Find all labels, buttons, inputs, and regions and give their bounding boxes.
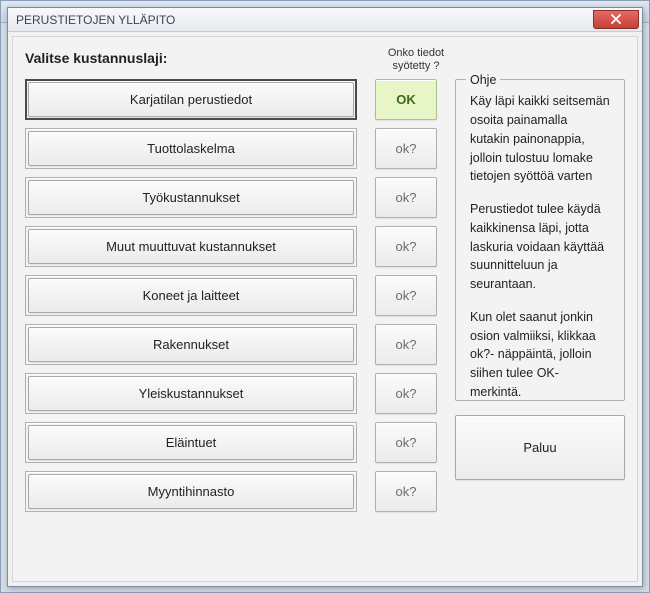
dialog-client: Valitse kustannuslaji: Onko tiedot syöte…	[12, 36, 638, 582]
category-item-frame: Yleiskustannukset	[25, 373, 357, 414]
dialog-window: PERUSTIETOJEN YLLÄPITO Valitse kustannus…	[7, 7, 643, 587]
category-item-frame: Koneet ja laitteet	[25, 275, 357, 316]
status-button[interactable]: ok?	[375, 373, 437, 414]
category-button[interactable]: Koneet ja laitteet	[28, 278, 354, 313]
status-list: OK ok? ok? ok? ok? ok? ok? ok? ok?	[375, 79, 437, 520]
category-list: Karjatilan perustiedot Tuottolaskelma Ty…	[25, 79, 357, 520]
category-button[interactable]: Karjatilan perustiedot	[28, 82, 354, 117]
right-column: Ohje Käy läpi kaikki seitsemän osoita pa…	[455, 79, 625, 480]
close-icon	[611, 13, 621, 27]
help-paragraph: Kun olet saanut jonkin osion valmiiksi, …	[470, 308, 610, 402]
status-button[interactable]: ok?	[375, 324, 437, 365]
category-button[interactable]: Yleiskustannukset	[28, 376, 354, 411]
category-button[interactable]: Myyntihinnasto	[28, 474, 354, 509]
status-button[interactable]: ok?	[375, 275, 437, 316]
close-button[interactable]	[593, 10, 639, 29]
status-button[interactable]: ok?	[375, 422, 437, 463]
category-item-frame: Työkustannukset	[25, 177, 357, 218]
help-paragraph: Käy läpi kaikki seitsemän osoita painama…	[470, 92, 610, 186]
category-button[interactable]: Työkustannukset	[28, 180, 354, 215]
window-title: PERUSTIETOJEN YLLÄPITO	[16, 13, 175, 27]
category-item-frame: Myyntihinnasto	[25, 471, 357, 512]
status-button[interactable]: ok?	[375, 226, 437, 267]
category-button[interactable]: Tuottolaskelma	[28, 131, 354, 166]
category-item-frame: Eläintuet	[25, 422, 357, 463]
prompt-title: Valitse kustannuslaji:	[25, 47, 365, 66]
status-header-line2: syötetty ?	[392, 60, 439, 72]
help-paragraph: Perustiedot tulee käydä kaikkinensa läpi…	[470, 200, 610, 294]
status-button[interactable]: ok?	[375, 177, 437, 218]
help-box: Ohje Käy läpi kaikki seitsemän osoita pa…	[455, 79, 625, 401]
status-button[interactable]: ok?	[375, 128, 437, 169]
status-header: Onko tiedot syötetty ?	[377, 47, 455, 73]
header-row: Valitse kustannuslaji: Onko tiedot syöte…	[25, 47, 625, 73]
category-item-frame: Muut muuttuvat kustannukset	[25, 226, 357, 267]
category-item-frame: Karjatilan perustiedot	[25, 79, 357, 120]
status-header-line1: Onko tiedot	[388, 47, 444, 59]
category-item-frame: Rakennukset	[25, 324, 357, 365]
titlebar[interactable]: PERUSTIETOJEN YLLÄPITO	[8, 8, 642, 32]
back-button[interactable]: Paluu	[455, 415, 625, 480]
category-button[interactable]: Muut muuttuvat kustannukset	[28, 229, 354, 264]
category-item-frame: Tuottolaskelma	[25, 128, 357, 169]
category-button[interactable]: Eläintuet	[28, 425, 354, 460]
help-legend: Ohje	[466, 71, 500, 90]
status-button[interactable]: OK	[375, 79, 437, 120]
category-button[interactable]: Rakennukset	[28, 327, 354, 362]
status-button[interactable]: ok?	[375, 471, 437, 512]
content-row: Karjatilan perustiedot Tuottolaskelma Ty…	[25, 79, 625, 520]
